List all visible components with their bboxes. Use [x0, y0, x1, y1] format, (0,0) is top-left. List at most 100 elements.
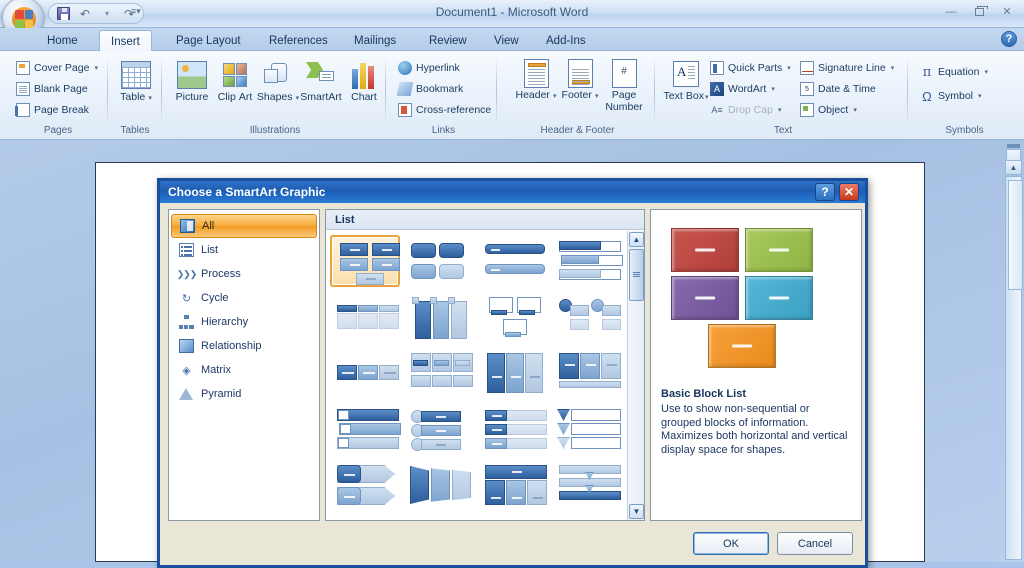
gallery-item-descending-arrow-list[interactable] [552, 403, 622, 455]
page-number-label: Page [612, 89, 637, 101]
scroll-up-button[interactable]: ▲ [1005, 160, 1022, 175]
category-item-relationship[interactable]: Relationship [171, 334, 317, 358]
category-item-pyramid[interactable]: Pyramid [171, 382, 317, 406]
cover-page-button[interactable]: Cover Page ▾ [14, 59, 100, 77]
ribbon-group-symbols: π Equation ▾ Ω Symbol ▾ Symbols [912, 53, 1017, 137]
blank-page-button[interactable]: Blank Page [14, 80, 90, 98]
page-break-button[interactable]: Page Break [14, 101, 91, 119]
gallery-item-square-accent-list[interactable] [330, 347, 400, 399]
category-item-process[interactable]: ❯❯❯ Process [171, 262, 317, 286]
minimize-button[interactable]: — [940, 3, 962, 20]
all-icon [180, 219, 195, 233]
gallery-item-vertical-picture-accent[interactable] [330, 403, 400, 455]
help-button[interactable]: ? [1001, 31, 1017, 47]
date-time-label: Date & Time [818, 83, 876, 95]
group-label-header-footer: Header & Footer [500, 125, 655, 136]
date-time-button[interactable]: 5 Date & Time [798, 80, 878, 98]
restore-button[interactable] [968, 3, 990, 20]
wordart-label: WordArt [728, 83, 766, 95]
pyramid-icon [179, 387, 194, 401]
page-number-button[interactable]: # Page Number [596, 57, 652, 113]
tab-page-layout[interactable]: Page Layout [165, 30, 252, 51]
symbol-button[interactable]: Ω Symbol ▾ [918, 87, 984, 105]
chevron-down-icon: ▾ [984, 68, 988, 76]
gallery-scrollbar[interactable]: ▲ ▼ [627, 231, 644, 520]
table-label: Table [120, 91, 145, 103]
gallery-item-table-hierarchy[interactable] [478, 459, 548, 511]
blank-page-icon [16, 82, 30, 96]
cross-reference-button[interactable]: Cross-reference [396, 101, 493, 119]
wordart-button[interactable]: A WordArt ▾ [708, 80, 777, 98]
cover-page-label: Cover Page [34, 62, 89, 74]
gallery-item-alternating-hexagons[interactable] [404, 235, 474, 287]
close-button[interactable]: ✕ [996, 3, 1018, 20]
split-bar-handle[interactable] [1007, 144, 1020, 148]
chevron-down-icon: ▾ [778, 106, 782, 114]
category-item-hierarchy[interactable]: Hierarchy [171, 310, 317, 334]
category-item-all[interactable]: All [171, 214, 317, 238]
dialog-help-button[interactable]: ? [815, 183, 835, 201]
page-number-icon: # [612, 59, 637, 88]
gallery-item-vertical-block-list[interactable] [478, 347, 548, 399]
tab-references[interactable]: References [258, 30, 339, 51]
category-label-hierarchy: Hierarchy [201, 316, 248, 328]
gallery-item-stacked-slanted-list[interactable] [404, 459, 474, 511]
gallery-scroll-down-button[interactable]: ▼ [629, 504, 644, 519]
bookmark-label: Bookmark [416, 83, 463, 95]
object-button[interactable]: Object ▾ [798, 101, 859, 119]
quick-parts-button[interactable]: Quick Parts ▾ [708, 59, 793, 77]
chart-label: Chart [351, 91, 377, 103]
gallery-item-grouped-list[interactable] [404, 347, 474, 399]
category-item-list[interactable]: List [171, 238, 317, 262]
equation-button[interactable]: π Equation ▾ [918, 63, 990, 81]
gallery-item-vertical-bullet-list[interactable] [330, 291, 400, 343]
tab-home[interactable]: Home [36, 30, 89, 51]
gallery-item-vertical-chevron-list[interactable] [552, 347, 622, 399]
drop-cap-button[interactable]: A≡ Drop Cap ▾ [708, 101, 783, 119]
scroll-thumb[interactable] [1008, 180, 1023, 290]
dialog-close-button[interactable]: ✕ [839, 183, 859, 201]
cancel-button[interactable]: Cancel [777, 532, 853, 555]
gallery-item-picture-caption-list[interactable] [478, 235, 548, 287]
signature-line-icon [800, 61, 814, 75]
table-button[interactable]: Table ▾ [108, 59, 164, 103]
bookmark-button[interactable]: Bookmark [396, 80, 465, 98]
gallery-item-descending-process[interactable] [552, 459, 622, 511]
block-red [671, 228, 739, 272]
cover-page-icon [16, 61, 30, 75]
tab-mailings[interactable]: Mailings [343, 30, 407, 51]
page-break-icon [16, 103, 30, 117]
document-vertical-scrollbar[interactable]: ▲ [1005, 142, 1022, 560]
gallery-item-tab-arrow-list[interactable] [330, 459, 400, 511]
group-label-text: Text [658, 125, 908, 136]
tab-view[interactable]: View [483, 30, 530, 51]
ok-button[interactable]: OK [693, 532, 769, 555]
category-item-cycle[interactable]: ↻ Cycle [171, 286, 317, 310]
tab-add-ins[interactable]: Add-Ins [535, 30, 597, 51]
chevron-down-icon: ▾ [853, 106, 857, 114]
window-title: Document1 - Microsoft Word [0, 5, 1024, 19]
page-break-label: Page Break [34, 104, 89, 116]
gallery-item-vertical-circle-list[interactable] [404, 403, 474, 455]
gallery-scroll-thumb[interactable] [629, 249, 644, 301]
text-box-button[interactable]: A Text Box▾ [658, 58, 714, 103]
symbol-icon: Ω [920, 89, 934, 103]
header-label: Header [515, 89, 549, 101]
hierarchy-icon [179, 315, 194, 329]
gallery-scroll-up-button[interactable]: ▲ [629, 232, 644, 247]
ribbon-group-text: A Text Box▾ Quick Parts ▾ A WordArt ▾ A≡… [658, 53, 908, 137]
gallery-item-vertical-box-list[interactable] [404, 291, 474, 343]
hyperlink-button[interactable]: Hyperlink [396, 59, 462, 77]
list-icon [179, 243, 194, 257]
chart-button[interactable]: Chart [336, 59, 392, 103]
gallery-item-basic-block-list[interactable] [330, 235, 400, 287]
tab-review[interactable]: Review [418, 30, 478, 51]
signature-line-button[interactable]: Signature Line ▾ [798, 59, 896, 77]
gallery-item-horizontal-picture-list[interactable] [478, 291, 548, 343]
category-item-matrix[interactable]: ◈ Matrix [171, 358, 317, 382]
gallery-item-lined-list[interactable] [552, 235, 622, 287]
gallery-item-horizontal-bullet-list[interactable] [478, 403, 548, 455]
ribbon-group-illustrations: Picture Clip Art Shapes ▾ [164, 53, 386, 137]
gallery-item-vertical-picture-list[interactable] [552, 291, 622, 343]
tab-insert[interactable]: Insert [99, 30, 152, 52]
